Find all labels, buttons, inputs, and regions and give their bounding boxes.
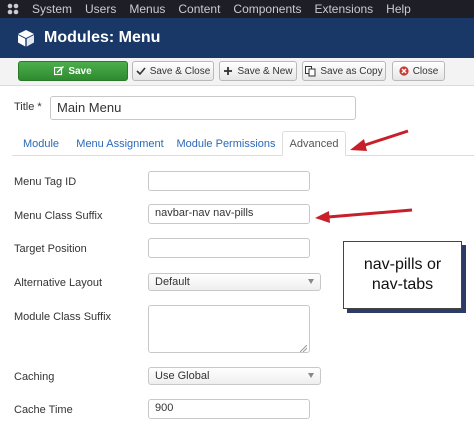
toolbar: Save Save & Close Save & New Save as Cop… bbox=[0, 58, 474, 86]
edit-icon bbox=[54, 66, 65, 76]
tab-menu-assignment[interactable]: Menu Assignment bbox=[72, 131, 168, 156]
annotation-callout: nav-pills or nav-tabs bbox=[343, 241, 462, 309]
close-label: Close bbox=[412, 65, 439, 77]
module-class-suffix-textarea[interactable] bbox=[148, 305, 310, 353]
title-label: Title * bbox=[14, 101, 42, 113]
save-button[interactable]: Save bbox=[18, 61, 128, 81]
close-button[interactable]: Close bbox=[392, 61, 445, 81]
menu-tag-id-input[interactable] bbox=[148, 171, 310, 191]
menu-class-suffix-label: Menu Class Suffix bbox=[14, 210, 103, 222]
menu-system[interactable]: System bbox=[32, 2, 72, 16]
top-menubar: System Users Menus Content Components Ex… bbox=[0, 0, 474, 18]
save-new-button[interactable]: Save & New bbox=[219, 61, 297, 81]
menu-content[interactable]: Content bbox=[178, 2, 220, 16]
menu-help[interactable]: Help bbox=[386, 2, 411, 16]
close-icon bbox=[399, 66, 409, 76]
title-input[interactable]: Main Menu bbox=[50, 96, 356, 120]
save-close-button[interactable]: Save & Close bbox=[132, 61, 214, 81]
annotation-arrow-advanced bbox=[350, 129, 409, 151]
page-title: Modules: Menu bbox=[44, 29, 161, 46]
save-close-label: Save & Close bbox=[149, 65, 211, 77]
menu-extensions[interactable]: Extensions bbox=[314, 2, 373, 16]
annotation-arrow-menu-class bbox=[315, 208, 413, 223]
copy-icon bbox=[305, 65, 316, 77]
target-position-input[interactable] bbox=[148, 238, 310, 258]
module-class-suffix-label: Module Class Suffix bbox=[14, 311, 112, 323]
joomla-logo-icon[interactable] bbox=[6, 2, 20, 16]
save-new-label: Save & New bbox=[237, 65, 293, 77]
caching-select[interactable]: Use Global bbox=[148, 367, 321, 385]
chevron-down-icon bbox=[308, 279, 314, 284]
caching-label: Caching bbox=[14, 371, 55, 383]
page-header: Modules: Menu bbox=[0, 18, 474, 58]
target-position-label: Target Position bbox=[14, 243, 87, 255]
save-as-copy-label: Save as Copy bbox=[320, 65, 383, 77]
tab-advanced[interactable]: Advanced bbox=[282, 131, 346, 156]
check-icon bbox=[136, 66, 146, 76]
menu-components[interactable]: Components bbox=[233, 2, 301, 16]
menu-class-suffix-input[interactable]: navbar-nav nav-pills bbox=[148, 204, 310, 224]
menu-tag-id-label: Menu Tag ID bbox=[14, 176, 77, 188]
menu-menus[interactable]: Menus bbox=[129, 2, 165, 16]
alternative-layout-select[interactable]: Default bbox=[148, 273, 321, 291]
callout-line-2: nav-tabs bbox=[371, 276, 434, 293]
plus-icon bbox=[223, 66, 233, 76]
save-label: Save bbox=[68, 65, 92, 77]
callout-line-1: nav-pills or bbox=[363, 256, 442, 273]
cube-icon bbox=[16, 28, 36, 48]
alternative-layout-label: Alternative Layout bbox=[14, 277, 103, 289]
tab-module[interactable]: Module bbox=[16, 131, 66, 156]
caching-value: Use Global bbox=[155, 370, 210, 382]
cache-time-input[interactable]: 900 bbox=[148, 399, 310, 419]
cache-time-label: Cache Time bbox=[14, 404, 73, 416]
chevron-down-icon bbox=[308, 373, 314, 378]
tab-module-permissions[interactable]: Module Permissions bbox=[172, 131, 280, 156]
alternative-layout-value: Default bbox=[155, 276, 190, 288]
resize-grip-icon[interactable] bbox=[299, 343, 308, 353]
save-as-copy-button[interactable]: Save as Copy bbox=[302, 61, 386, 81]
menu-users[interactable]: Users bbox=[85, 2, 116, 16]
